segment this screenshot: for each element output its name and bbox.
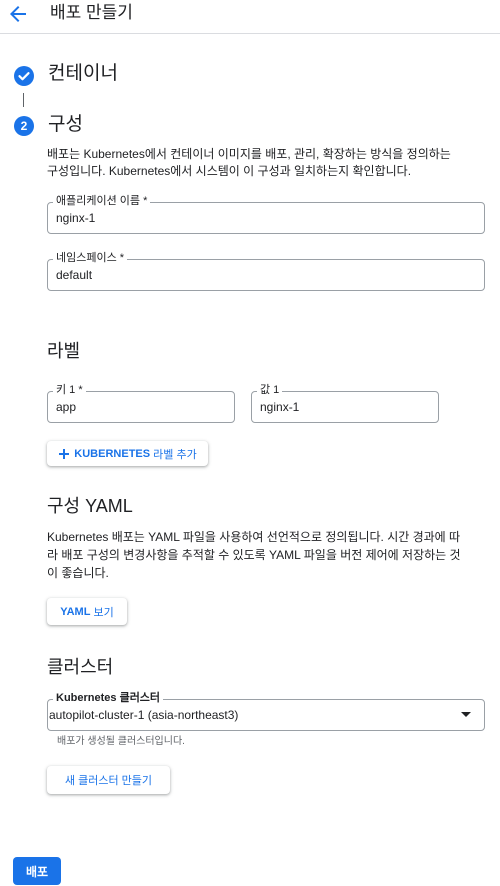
- namespace-label: 네임스페이스 *: [53, 252, 128, 264]
- app-name-value[interactable]: nginx-1: [56, 211, 95, 225]
- label-key-label: 키 1 *: [53, 384, 86, 396]
- config-description-line2: 구성입니다. Kubernetes에서 시스템이 이 구성과 일치하는지 확인합…: [47, 164, 412, 178]
- label-value-label: 값 1: [257, 384, 283, 396]
- yaml-description-line1: Kubernetes 배포는 YAML 파일을 사용하여 선언적으로 정의됩니다…: [47, 530, 461, 544]
- view-yaml-button[interactable]: YAML 보기: [47, 598, 127, 625]
- step-number-badge: 2: [14, 116, 34, 136]
- cluster-select-label: Kubernetes 클러스터: [53, 692, 164, 704]
- cluster-section-title: 클러스터: [47, 657, 114, 677]
- dropdown-arrow-icon[interactable]: [461, 712, 471, 717]
- back-button[interactable]: [6, 2, 30, 26]
- add-label-button-bold: KUBERNETES: [74, 447, 151, 460]
- yaml-section-title: 구성 YAML: [47, 496, 133, 516]
- plus-icon: [59, 448, 70, 459]
- view-yaml-button-bold: YAML: [60, 605, 91, 618]
- arrow-back-icon: [10, 6, 26, 22]
- yaml-description-line2: 라 배포 구성의 변경사항을 추적할 수 있도록 YAML 파일을 버전 제어에…: [47, 548, 461, 562]
- create-cluster-button[interactable]: 새 클러스터 만들기: [47, 766, 170, 794]
- namespace-value[interactable]: default: [56, 268, 92, 282]
- page-title: 배포 만들기: [50, 3, 133, 22]
- deploy-button[interactable]: 배포: [13, 857, 61, 885]
- config-description-line1: 배포는 Kubernetes에서 컨테이너 이미지를 배포, 관리, 확장하는 …: [47, 147, 451, 161]
- deploy-button-label: 배포: [25, 864, 49, 879]
- view-yaml-button-rest: 보기: [90, 606, 114, 619]
- cluster-select-value[interactable]: autopilot-cluster-1 (asia-northeast3): [49, 708, 238, 722]
- label-value-value[interactable]: nginx-1: [260, 400, 299, 414]
- cluster-helper-text: 배포가 생성될 클러스터입니다.: [57, 736, 185, 747]
- create-cluster-button-label: 새 클러스터 만들기: [64, 775, 153, 787]
- add-kubernetes-label-button[interactable]: KUBERNETES 라벨 추가: [47, 441, 208, 466]
- step-container-title[interactable]: 컨테이너: [48, 62, 118, 86]
- check-circle-icon: [14, 66, 34, 86]
- labels-section-title: 라벨: [47, 341, 81, 361]
- add-label-button-rest: 라벨 추가: [150, 448, 197, 461]
- app-name-label: 애플리케이션 이름 *: [53, 195, 151, 207]
- label-key-value[interactable]: app: [56, 400, 76, 414]
- stepper-connector: [23, 93, 24, 107]
- step-config-title: 구성: [48, 114, 83, 135]
- yaml-description-line3: 이 좋습니다.: [47, 566, 109, 580]
